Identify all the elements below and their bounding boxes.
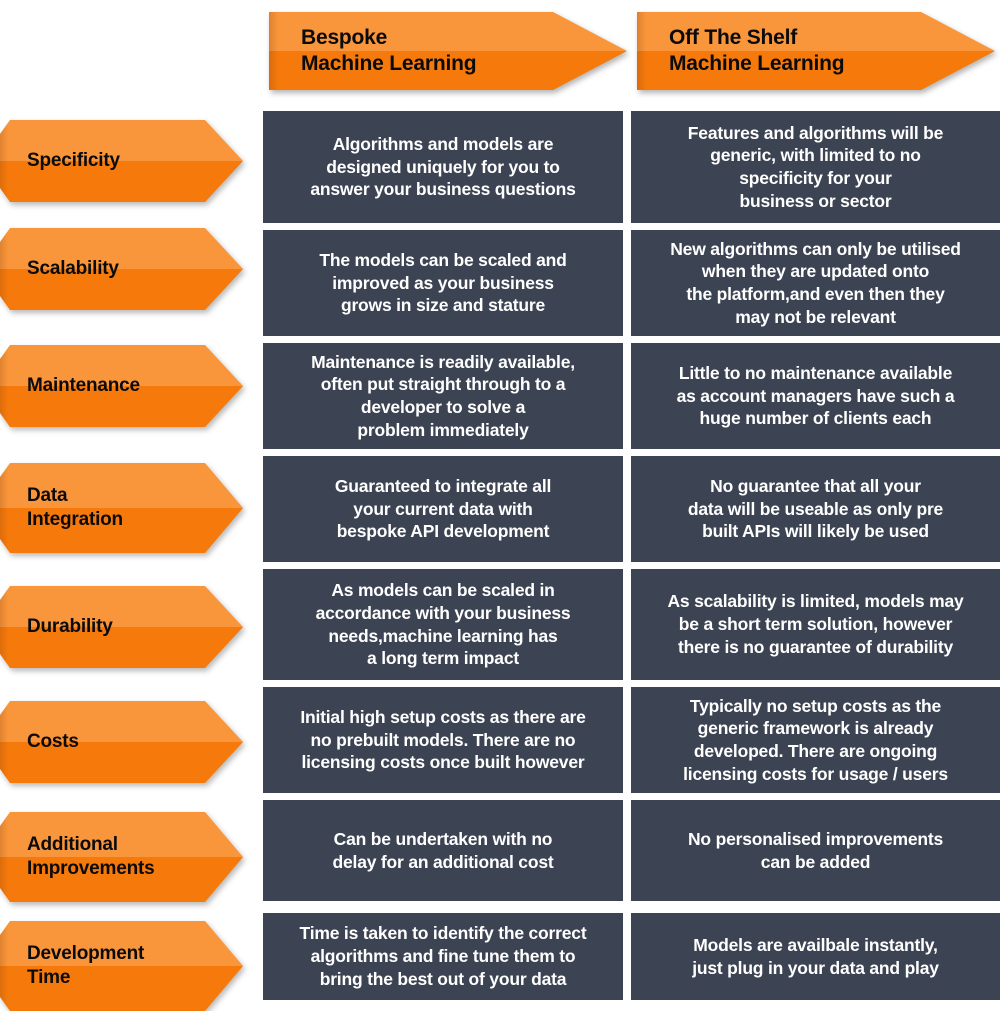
cell-durability-off-the-shelf: As scalability is limited, models may be… (631, 569, 1000, 680)
row-label-data-integration: Data Integration (0, 463, 243, 553)
cell-specificity-off-the-shelf: Features and algorithms will be generic,… (631, 111, 1000, 223)
cell-text: Initial high setup costs as there are no… (300, 706, 586, 773)
row-label-text: Maintenance (27, 374, 140, 396)
cell-data-integration-off-the-shelf: No guarantee that all your data will be … (631, 456, 1000, 562)
cell-durability-bespoke: As models can be scaled in accordance wi… (263, 569, 623, 680)
cell-maintenance-bespoke: Maintenance is readily available, often … (263, 343, 623, 449)
row-label-text: Specificity (27, 149, 120, 171)
row-label-additional-improvements: Additional Improvements (0, 812, 243, 902)
cell-text: Guaranteed to integrate all your current… (334, 475, 552, 542)
cell-costs-off-the-shelf: Typically no setup costs as the generic … (631, 687, 1000, 793)
cell-additional-improvements-bespoke: Can be undertaken with no delay for an a… (263, 800, 623, 901)
cell-scalability-bespoke: The models can be scaled and improved as… (263, 230, 623, 336)
cell-text: The models can be scaled and improved as… (319, 249, 567, 316)
column-header-off-the-shelf: Off The Shelf Machine Learning (637, 12, 995, 90)
cell-text: No personalised improvements can be adde… (687, 828, 944, 872)
cell-text: No guarantee that all your data will be … (687, 475, 944, 542)
cell-data-integration-bespoke: Guaranteed to integrate all your current… (263, 456, 623, 562)
cell-development-time-off-the-shelf: Models are availbale instantly, just plu… (631, 913, 1000, 1000)
row-label-specificity: Specificity (0, 120, 243, 202)
cell-specificity-bespoke: Algorithms and models are designed uniqu… (263, 111, 623, 223)
cell-text: Typically no setup costs as the generic … (683, 695, 948, 784)
cell-additional-improvements-off-the-shelf: No personalised improvements can be adde… (631, 800, 1000, 901)
cell-text: Features and algorithms will be generic,… (687, 122, 944, 211)
cell-development-time-bespoke: Time is taken to identify the correct al… (263, 913, 623, 1000)
column-header-label: Bespoke Machine Learning (301, 26, 477, 75)
column-header-bespoke: Bespoke Machine Learning (269, 12, 627, 90)
cell-text: Maintenance is readily available, often … (311, 351, 575, 440)
row-label-development-time: Development Time (0, 921, 243, 1011)
cell-text: As models can be scaled in accordance wi… (315, 580, 571, 669)
row-label-text: Scalability (27, 257, 119, 279)
row-label-durability: Durability (0, 586, 243, 668)
cell-text: Little to no maintenance available as ac… (676, 362, 955, 429)
row-label-maintenance: Maintenance (0, 345, 243, 427)
row-label-text: Development Time (27, 942, 145, 988)
row-label-text: Data Integration (27, 484, 123, 530)
cell-costs-bespoke: Initial high setup costs as there are no… (263, 687, 623, 793)
comparison-infographic: Bespoke Machine Learning Off The Shelf M… (0, 0, 1000, 1000)
cell-text: Models are availbale instantly, just plu… (692, 934, 939, 978)
cell-text: Algorithms and models are designed uniqu… (310, 133, 576, 200)
row-label-text: Costs (27, 730, 79, 752)
row-label-text: Additional Improvements (27, 833, 155, 879)
row-label-costs: Costs (0, 701, 243, 783)
cell-text: Time is taken to identify the correct al… (299, 923, 587, 989)
column-header-label: Off The Shelf Machine Learning (669, 26, 845, 75)
cell-scalability-off-the-shelf: New algorithms can only be utilised when… (631, 230, 1000, 336)
cell-text: Can be undertaken with no delay for an a… (332, 828, 554, 872)
cell-maintenance-off-the-shelf: Little to no maintenance available as ac… (631, 343, 1000, 449)
cell-text: As scalability is limited, models may be… (667, 591, 964, 657)
cell-text: New algorithms can only be utilised when… (670, 238, 961, 327)
row-label-scalability: Scalability (0, 228, 243, 310)
row-label-text: Durability (27, 615, 113, 637)
